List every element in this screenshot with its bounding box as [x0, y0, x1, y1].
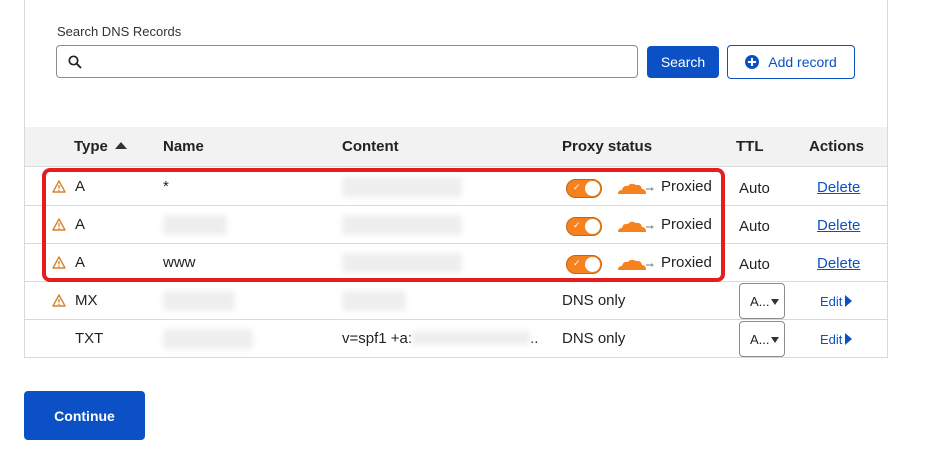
- chevron-down-icon: [770, 337, 779, 343]
- warning-triangle-icon: [52, 218, 66, 231]
- continue-button[interactable]: Continue: [24, 391, 145, 440]
- record-content-redacted: [342, 291, 406, 311]
- orange-cloud-icon: [618, 183, 654, 194]
- ttl-value: Auto: [739, 180, 770, 197]
- caret-right-icon: [845, 333, 853, 345]
- proxy-toggle[interactable]: ✓: [566, 255, 602, 274]
- proxy-status-text: Proxied: [661, 216, 712, 233]
- search-button[interactable]: Search: [647, 46, 719, 78]
- record-content-redacted: [342, 177, 462, 197]
- edit-link[interactable]: Edit: [820, 294, 853, 309]
- plus-circle-icon: [745, 55, 760, 69]
- record-name: www: [163, 254, 196, 271]
- search-input[interactable]: [89, 50, 629, 74]
- warning-triangle-icon: [52, 180, 66, 193]
- table-header: Type Name Content Proxy status TTL Actio…: [25, 127, 887, 167]
- proxy-toggle[interactable]: ✓: [566, 179, 602, 198]
- table-row: A www ✓ Proxied Auto Delete: [25, 244, 887, 282]
- delete-link[interactable]: Delete: [817, 255, 860, 272]
- search-field[interactable]: [56, 45, 638, 78]
- ttl-select[interactable]: A...: [739, 321, 785, 357]
- column-actions-header: Actions: [809, 138, 865, 155]
- orange-cloud-icon: [618, 259, 654, 270]
- record-name-redacted: [163, 329, 253, 349]
- sort-ascending-icon: [114, 142, 127, 149]
- record-content-redacted: [342, 253, 462, 273]
- column-content-header: Content: [342, 138, 399, 155]
- proxy-status-text: DNS only: [562, 292, 626, 309]
- record-type: A: [75, 178, 86, 195]
- column-name-header: Name: [163, 138, 204, 155]
- add-record-button[interactable]: Add record: [727, 45, 855, 79]
- orange-cloud-icon: [618, 221, 654, 232]
- proxy-status-text: Proxied: [661, 254, 712, 271]
- table-row: A ✓ Proxied Auto Delete: [25, 206, 887, 244]
- proxy-status-text: DNS only: [562, 330, 626, 347]
- caret-right-icon: [845, 295, 853, 307]
- chevron-down-icon: [770, 299, 779, 305]
- record-content: v=spf1 +a:..: [342, 330, 539, 347]
- content-redacted: [412, 331, 531, 345]
- column-type-header[interactable]: Type: [74, 138, 127, 155]
- record-type: MX: [75, 292, 98, 309]
- record-type: A: [75, 254, 86, 271]
- table-row: TXT v=spf1 +a:.. DNS only A... Edit: [25, 320, 887, 358]
- column-proxy-status-header: Proxy status: [562, 138, 653, 155]
- proxy-status-text: Proxied: [661, 178, 712, 195]
- proxy-toggle[interactable]: ✓: [566, 217, 602, 236]
- ttl-select[interactable]: A...: [739, 283, 785, 319]
- record-name: *: [163, 178, 169, 195]
- record-name-redacted: [163, 215, 227, 235]
- record-content-redacted: [342, 215, 462, 235]
- search-label: Search DNS Records: [57, 24, 182, 39]
- table-row: A * ✓ Proxied Auto Delete: [25, 168, 887, 206]
- record-name-redacted: [163, 291, 235, 311]
- column-ttl-header: TTL: [736, 138, 764, 155]
- ttl-value: Auto: [739, 256, 770, 273]
- warning-triangle-icon: [52, 294, 66, 307]
- delete-link[interactable]: Delete: [817, 217, 860, 234]
- table-row: MX DNS only A... Edit: [25, 282, 887, 320]
- warning-triangle-icon: [52, 256, 66, 269]
- edit-link[interactable]: Edit: [820, 332, 853, 347]
- delete-link[interactable]: Delete: [817, 179, 860, 196]
- add-record-label: Add record: [768, 54, 837, 70]
- record-type: TXT: [75, 330, 104, 347]
- search-icon: [68, 55, 82, 69]
- record-type: A: [75, 216, 86, 233]
- ttl-value: Auto: [739, 218, 770, 235]
